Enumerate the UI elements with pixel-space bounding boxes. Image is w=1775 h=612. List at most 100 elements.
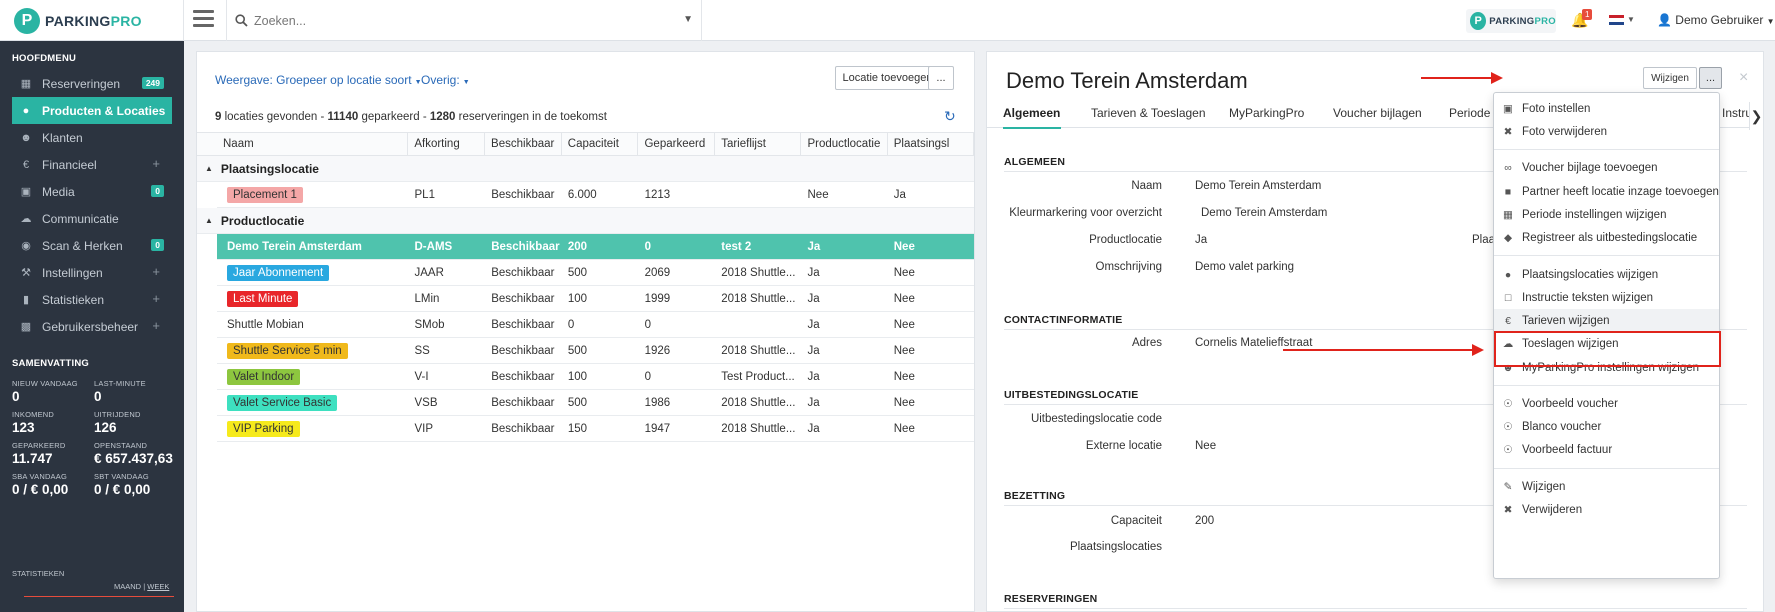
table-cell: 1213 [644, 188, 671, 201]
euro-icon: € [1505, 315, 1511, 327]
user-menu[interactable]: 👤 Demo Gebruiker ▼ [1657, 13, 1775, 27]
hamburger-menu-icon[interactable] [193, 10, 214, 27]
expand-plus-icon[interactable]: + [152, 264, 160, 279]
table-cell: Nee [893, 240, 915, 253]
main-menu-heading: HOOFDMENU [12, 53, 77, 64]
tab-instructies[interactable]: Instru [1722, 106, 1752, 120]
summary-stat-value: 123 [12, 420, 35, 435]
statistics-heading: STATISTIEKEN [12, 569, 65, 578]
tab-algemeen[interactable]: Algemeen [1003, 106, 1060, 120]
menu-item-voorbeeld-voucher[interactable]: ☉ Voorbeeld voucher [1494, 392, 1719, 416]
search-field[interactable]: Zoeken... ▼ [226, 0, 702, 41]
color-value: Demo Terein Amsterdam [1201, 207, 1328, 219]
tab-voucher-bijlagen[interactable]: Voucher bijlagen [1333, 106, 1422, 120]
productlocation-label: Productlocatie [1089, 234, 1162, 246]
menu-item-label: Wijzigen [1522, 481, 1566, 493]
tab-scroll-right-icon[interactable]: ❯ [1749, 102, 1763, 130]
menu-item-foto-verwijderen[interactable]: ✖ Foto verwijderen [1494, 120, 1719, 144]
summary-stat: NIEUW VANDAAG 0 [12, 379, 94, 404]
sidebar-item-communicatie[interactable]: ☁ Communicatie [0, 205, 184, 232]
menu-item-verwijderen[interactable]: ✖ Verwijderen [1494, 498, 1719, 522]
table-cell: 6.000 [567, 188, 597, 201]
sidebar-item-label: Reserveringen [42, 76, 121, 91]
summary-stat-value: € 657.437,63 [94, 451, 173, 466]
table-row[interactable]: Last Minute LMin Beschikbaar 100 1999 2018 Sh… [217, 286, 974, 312]
briefcase-icon: ▩ [20, 321, 32, 333]
table-cell: Beschikbaar [491, 292, 555, 305]
parkingpro-logo-icon: P [14, 7, 40, 34]
expand-plus-icon[interactable]: + [152, 291, 160, 306]
other-dropdown[interactable]: Overig: ▼ [421, 73, 470, 87]
menu-item-wijzigen[interactable]: ✎ Wijzigen [1494, 475, 1719, 499]
view-grouping-dropdown[interactable]: Weergave: Groepeer op locatie soort ▼ [215, 73, 422, 87]
dutch-flag-icon[interactable] [1609, 15, 1624, 25]
menu-item-registreer-als-uitbestedingslocatie[interactable]: ◆ Registreer als uitbestedingslocatie [1494, 226, 1719, 250]
language-caret-icon[interactable]: ▼ [1627, 15, 1635, 24]
expand-plus-icon[interactable]: + [152, 318, 160, 333]
menu-item-foto-instellen[interactable]: ▣ Foto instellen [1494, 97, 1719, 121]
table-row[interactable]: Valet Service Basic VSB Beschikbaar 500 1986… [217, 390, 974, 416]
tab-periode[interactable]: Periode i [1449, 106, 1496, 120]
column-header[interactable]: Naam [197, 133, 409, 155]
menu-item-periode-instellingen-wijzigen[interactable]: ▦ Periode instellingen wijzigen [1494, 203, 1719, 227]
chevron-down-icon[interactable]: ▼ [683, 14, 693, 25]
stats-week-link[interactable]: WEEK [147, 582, 169, 591]
sidebar-item-statistieken[interactable]: ▮ Statistieken + [0, 286, 184, 313]
close-icon[interactable]: × [1739, 69, 1748, 87]
column-header[interactable]: Plaatsingsl [888, 133, 974, 155]
expand-plus-icon[interactable]: + [152, 156, 160, 171]
menu-item-tarieven-wijzigen[interactable]: € Tarieven wijzigen [1494, 309, 1719, 333]
table-row[interactable]: VIP Parking VIP Beschikbaar 150 1947 2018 Shu… [217, 416, 974, 442]
placement-locations-label: Plaatsingslocaties [1069, 541, 1162, 553]
column-header[interactable]: Geparkeerd [638, 133, 716, 155]
more-actions-button[interactable]: ... [928, 66, 954, 90]
refresh-icon[interactable]: ↻ [944, 108, 956, 125]
sidebar-item-reserveringen[interactable]: ▦ Reserveringen 249 [0, 70, 184, 97]
tab-tarieven[interactable]: Tarieven & Toeslagen [1091, 106, 1206, 120]
stats-month-link[interactable]: MAAND [114, 582, 141, 591]
table-row[interactable]: Placement 1 PL1 Beschikbaar 6.000 1213 Nee Ja [217, 182, 974, 208]
column-header[interactable]: Tarieflijst [715, 133, 802, 155]
table-row[interactable]: Demo Terein Amsterdam D-AMS Beschikbaar 200… [217, 234, 974, 260]
tab-myparkingpro[interactable]: MyParkingPro [1229, 106, 1304, 120]
table-row[interactable]: Shuttle Service 5 min SS Beschikbaar 500 192… [217, 338, 974, 364]
table-cell: 1926 [644, 344, 671, 357]
group-header[interactable]: ▲ Plaatsingslocatie [197, 156, 974, 182]
add-location-button[interactable]: Locatie toevoegen [835, 66, 940, 90]
table-row[interactable]: Valet Indoor V-I Beschikbaar 100 0 Test Produ… [217, 364, 974, 390]
location-color-tag: VIP Parking [227, 420, 300, 437]
column-header[interactable]: Capaciteit [562, 133, 639, 155]
menu-item-plaatsingslocaties-wijzigen[interactable]: ● Plaatsingslocaties wijzigen [1494, 263, 1719, 287]
sidebar-item-scan-herken[interactable]: ◉ Scan & Herken 0 [0, 232, 184, 259]
edit-button[interactable]: Wijzigen [1643, 67, 1697, 89]
table-cell: Shuttle Service 5 min [217, 338, 409, 363]
menu-item-voorbeeld-factuur[interactable]: ☉ Voorbeeld factuur [1494, 438, 1719, 462]
collapse-triangle-icon[interactable]: ▲ [205, 164, 213, 173]
table-cell: Ja [807, 240, 821, 253]
sidebar-item-label: Media [42, 184, 75, 199]
menu-item-partner-heeft-locatie-inzage-toevoegen[interactable]: ■ Partner heeft locatie inzage toevoegen [1494, 180, 1719, 204]
column-header[interactable]: Afkorting [408, 133, 486, 155]
column-header[interactable]: Beschikbaar [485, 133, 562, 155]
sidebar-item-producten-locaties[interactable]: ● Producten & Locaties [12, 97, 172, 124]
sidebar-item-gebruikersbeheer[interactable]: ▩ Gebruikersbeheer + [0, 313, 184, 340]
sidebar-item-klanten[interactable]: ☻ Klanten [0, 124, 184, 151]
table-cell: 500 [567, 266, 588, 279]
location-color-tag: Valet Indoor [227, 368, 301, 385]
menu-item-instructie-teksten-wijzigen[interactable]: □ Instructie teksten wijzigen [1494, 286, 1719, 310]
menu-separator [1494, 255, 1719, 256]
name-label: Naam [1131, 180, 1162, 192]
sidebar-item-instellingen[interactable]: ⚒ Instellingen + [0, 259, 184, 286]
summary-stat-value: 126 [94, 420, 117, 435]
app-logo[interactable]: P PARKINGPRO [0, 0, 184, 41]
menu-item-voucher-bijlage-toevoegen[interactable]: ∞ Voucher bijlage toevoegen [1494, 156, 1719, 180]
edit-more-button[interactable]: ... [1699, 67, 1722, 89]
collapse-triangle-icon[interactable]: ▲ [205, 216, 213, 225]
table-row[interactable]: Jaar Abonnement JAAR Beschikbaar 500 2069 201… [217, 260, 974, 286]
sidebar-item-financieel[interactable]: € Financieel + [0, 151, 184, 178]
sidebar-item-media[interactable]: ▣ Media 0 [0, 178, 184, 205]
table-row[interactable]: Shuttle Mobian SMob Beschikbaar 0 0 Ja Nee [217, 312, 974, 338]
group-header[interactable]: ▲ Productlocatie [197, 208, 974, 234]
menu-item-blanco-voucher[interactable]: ☉ Blanco voucher [1494, 415, 1719, 439]
column-header[interactable]: Productlocatie [801, 133, 888, 155]
